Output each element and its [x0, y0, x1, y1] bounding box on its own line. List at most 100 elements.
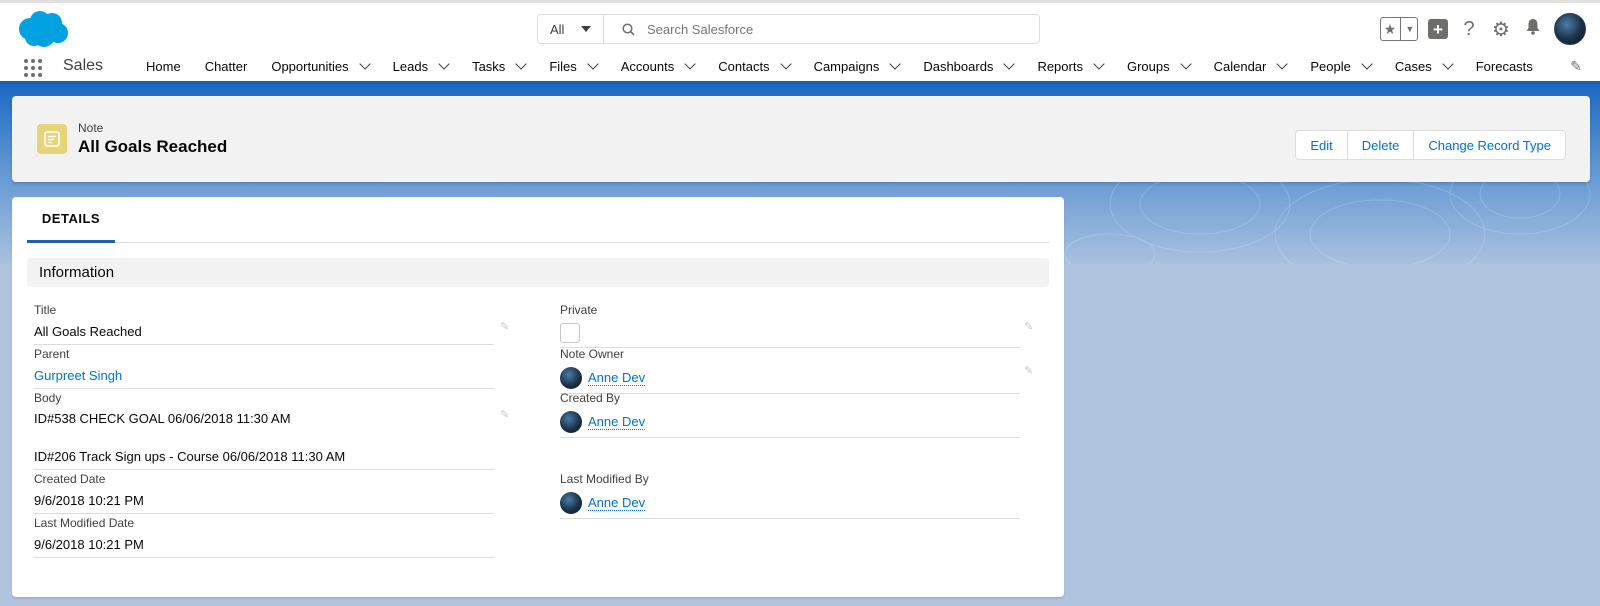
- tab-details[interactable]: DETAILS: [27, 197, 115, 243]
- edit-pencil-icon[interactable]: ✎: [1024, 320, 1033, 333]
- nav-item-chatter[interactable]: Chatter: [193, 52, 260, 81]
- chevron-down-icon[interactable]: [1179, 58, 1192, 70]
- field-body: Body ID#538 CHECK GOAL 06/06/2018 11:30 …: [34, 391, 494, 470]
- edit-nav-pencil-icon[interactable]: ✎: [1570, 58, 1582, 75]
- nav-item-label: Calendar: [1213, 59, 1267, 74]
- edit-pencil-icon[interactable]: ✎: [500, 408, 509, 421]
- field-label: Title: [34, 303, 57, 317]
- help-icon[interactable]: ?: [1458, 18, 1480, 41]
- nav-item-groups[interactable]: Groups: [1115, 52, 1202, 81]
- chevron-down-icon[interactable]: [779, 58, 792, 70]
- section-header-information[interactable]: Information: [27, 258, 1049, 287]
- nav-item-label: Dashboards: [923, 59, 994, 74]
- owner-link[interactable]: Anne Dev: [588, 370, 646, 386]
- gear-icon[interactable]: ⚙: [1490, 17, 1512, 42]
- edit-pencil-icon[interactable]: ✎: [1024, 364, 1033, 377]
- nav-item-label: Files: [549, 59, 577, 74]
- field-note-owner: Note Owner Anne Dev: [560, 347, 1020, 394]
- field-parent: Parent Gurpreet Singh: [34, 347, 494, 389]
- caret-down-icon: [581, 26, 591, 32]
- field-value: 9/6/2018 10:21 PM: [34, 536, 494, 558]
- caret-down-icon: ▼: [1405, 24, 1415, 34]
- chevron-down-icon[interactable]: [515, 58, 527, 70]
- nav-item-leads[interactable]: Leads: [381, 52, 460, 81]
- search-scope-label: All: [550, 21, 565, 37]
- plus-icon: +: [1433, 19, 1443, 39]
- section-title: Information: [39, 264, 115, 281]
- nav-item-label: Home: [146, 59, 181, 74]
- chevron-down-icon[interactable]: [587, 58, 599, 70]
- field-value: [560, 323, 1020, 348]
- parent-link[interactable]: Gurpreet Singh: [34, 367, 494, 389]
- nav-item-forecasts[interactable]: Forecasts: [1464, 52, 1545, 81]
- nav-item-cases[interactable]: Cases: [1383, 52, 1464, 81]
- chevron-down-icon[interactable]: [684, 58, 696, 70]
- nav-item-label: Accounts: [620, 59, 675, 74]
- field-label: Private: [560, 303, 598, 317]
- field-last-modified-by: Last Modified By Anne Dev: [560, 472, 1020, 519]
- chevron-down-icon[interactable]: [358, 58, 371, 70]
- nav-item-label: Opportunities: [271, 59, 349, 74]
- record-title: All Goals Reached: [78, 137, 228, 156]
- field-private: Private: [560, 303, 1020, 348]
- nav-item-label: People: [1310, 59, 1351, 74]
- field-label: Body: [34, 391, 62, 405]
- edit-button[interactable]: Edit: [1296, 131, 1348, 159]
- salesforce-cloud-logo[interactable]: [14, 9, 70, 49]
- nav-item-label: Groups: [1126, 59, 1170, 74]
- field-value: Anne Dev: [560, 367, 1020, 394]
- nav-item-calendar[interactable]: Calendar: [1202, 52, 1299, 81]
- chevron-down-icon[interactable]: [1003, 58, 1016, 70]
- note-icon: [37, 124, 67, 154]
- nav-item-reports[interactable]: Reports: [1025, 52, 1115, 81]
- nav-item-home[interactable]: Home: [134, 52, 193, 81]
- last-modified-by-link[interactable]: Anne Dev: [588, 495, 646, 511]
- bell-icon[interactable]: [1522, 18, 1544, 41]
- nav-item-opportunities[interactable]: Opportunities: [259, 52, 380, 81]
- chevron-down-icon[interactable]: [1276, 58, 1289, 70]
- modifier-avatar: [560, 492, 582, 514]
- chevron-down-icon[interactable]: [438, 58, 450, 70]
- user-avatar[interactable]: [1554, 13, 1586, 45]
- field-created-date: Created Date 9/6/2018 10:21 PM: [34, 472, 494, 514]
- global-header: All ★ ▼ + ? ⚙: [0, 0, 1600, 52]
- body-line-2: ID#206 Track Sign ups - Course 06/06/201…: [34, 448, 494, 470]
- field-title: Title All Goals Reached: [34, 303, 494, 345]
- creator-avatar: [560, 411, 582, 433]
- nav-item-people[interactable]: People: [1298, 52, 1382, 81]
- owner-avatar: [560, 367, 582, 389]
- search-input[interactable]: [647, 21, 1027, 37]
- nav-item-campaigns[interactable]: Campaigns: [802, 52, 912, 81]
- chevron-down-icon[interactable]: [1442, 58, 1454, 70]
- app-nav-bar: Sales Home Chatter Opportunities Leads Tasks…: [0, 52, 1600, 84]
- record-actions: Edit Delete Change Record Type: [1295, 130, 1566, 160]
- nav-item-files[interactable]: Files: [537, 52, 608, 81]
- field-label: Created By: [560, 391, 621, 405]
- change-record-type-button[interactable]: Change Record Type: [1414, 131, 1565, 159]
- app-launcher-icon[interactable]: [24, 59, 42, 77]
- field-label: Note Owner: [560, 347, 625, 361]
- delete-button[interactable]: Delete: [1347, 131, 1415, 159]
- nav-item-dashboards[interactable]: Dashboards: [911, 52, 1025, 81]
- record-highlight-panel: Note All Goals Reached Edit Delete Chang…: [12, 96, 1590, 182]
- chevron-down-icon[interactable]: [1361, 58, 1373, 70]
- nav-item-label: Chatter: [204, 59, 248, 74]
- nav-item-label: Contacts: [718, 59, 770, 74]
- edit-pencil-icon[interactable]: ✎: [500, 320, 509, 333]
- nav-item-contacts[interactable]: Contacts: [706, 52, 801, 81]
- nav-item-tasks[interactable]: Tasks: [460, 52, 537, 81]
- chevron-down-icon[interactable]: [889, 58, 901, 70]
- favorites-button[interactable]: ★ ▼: [1380, 17, 1418, 41]
- nav-item-label: Campaigns: [813, 59, 880, 74]
- nav-item-label: Leads: [392, 59, 429, 74]
- private-checkbox[interactable]: [560, 323, 580, 343]
- star-icon: ★: [1383, 20, 1397, 37]
- created-by-link[interactable]: Anne Dev: [588, 414, 646, 430]
- global-actions-button[interactable]: +: [1428, 19, 1448, 39]
- body-line-1: ID#538 CHECK GOAL 06/06/2018 11:30 AM: [34, 411, 291, 426]
- search-icon: [622, 22, 635, 36]
- chevron-down-icon[interactable]: [1093, 58, 1105, 70]
- search-scope-dropdown[interactable]: All: [538, 15, 604, 43]
- global-search: All: [537, 14, 1040, 44]
- nav-item-accounts[interactable]: Accounts: [609, 52, 706, 81]
